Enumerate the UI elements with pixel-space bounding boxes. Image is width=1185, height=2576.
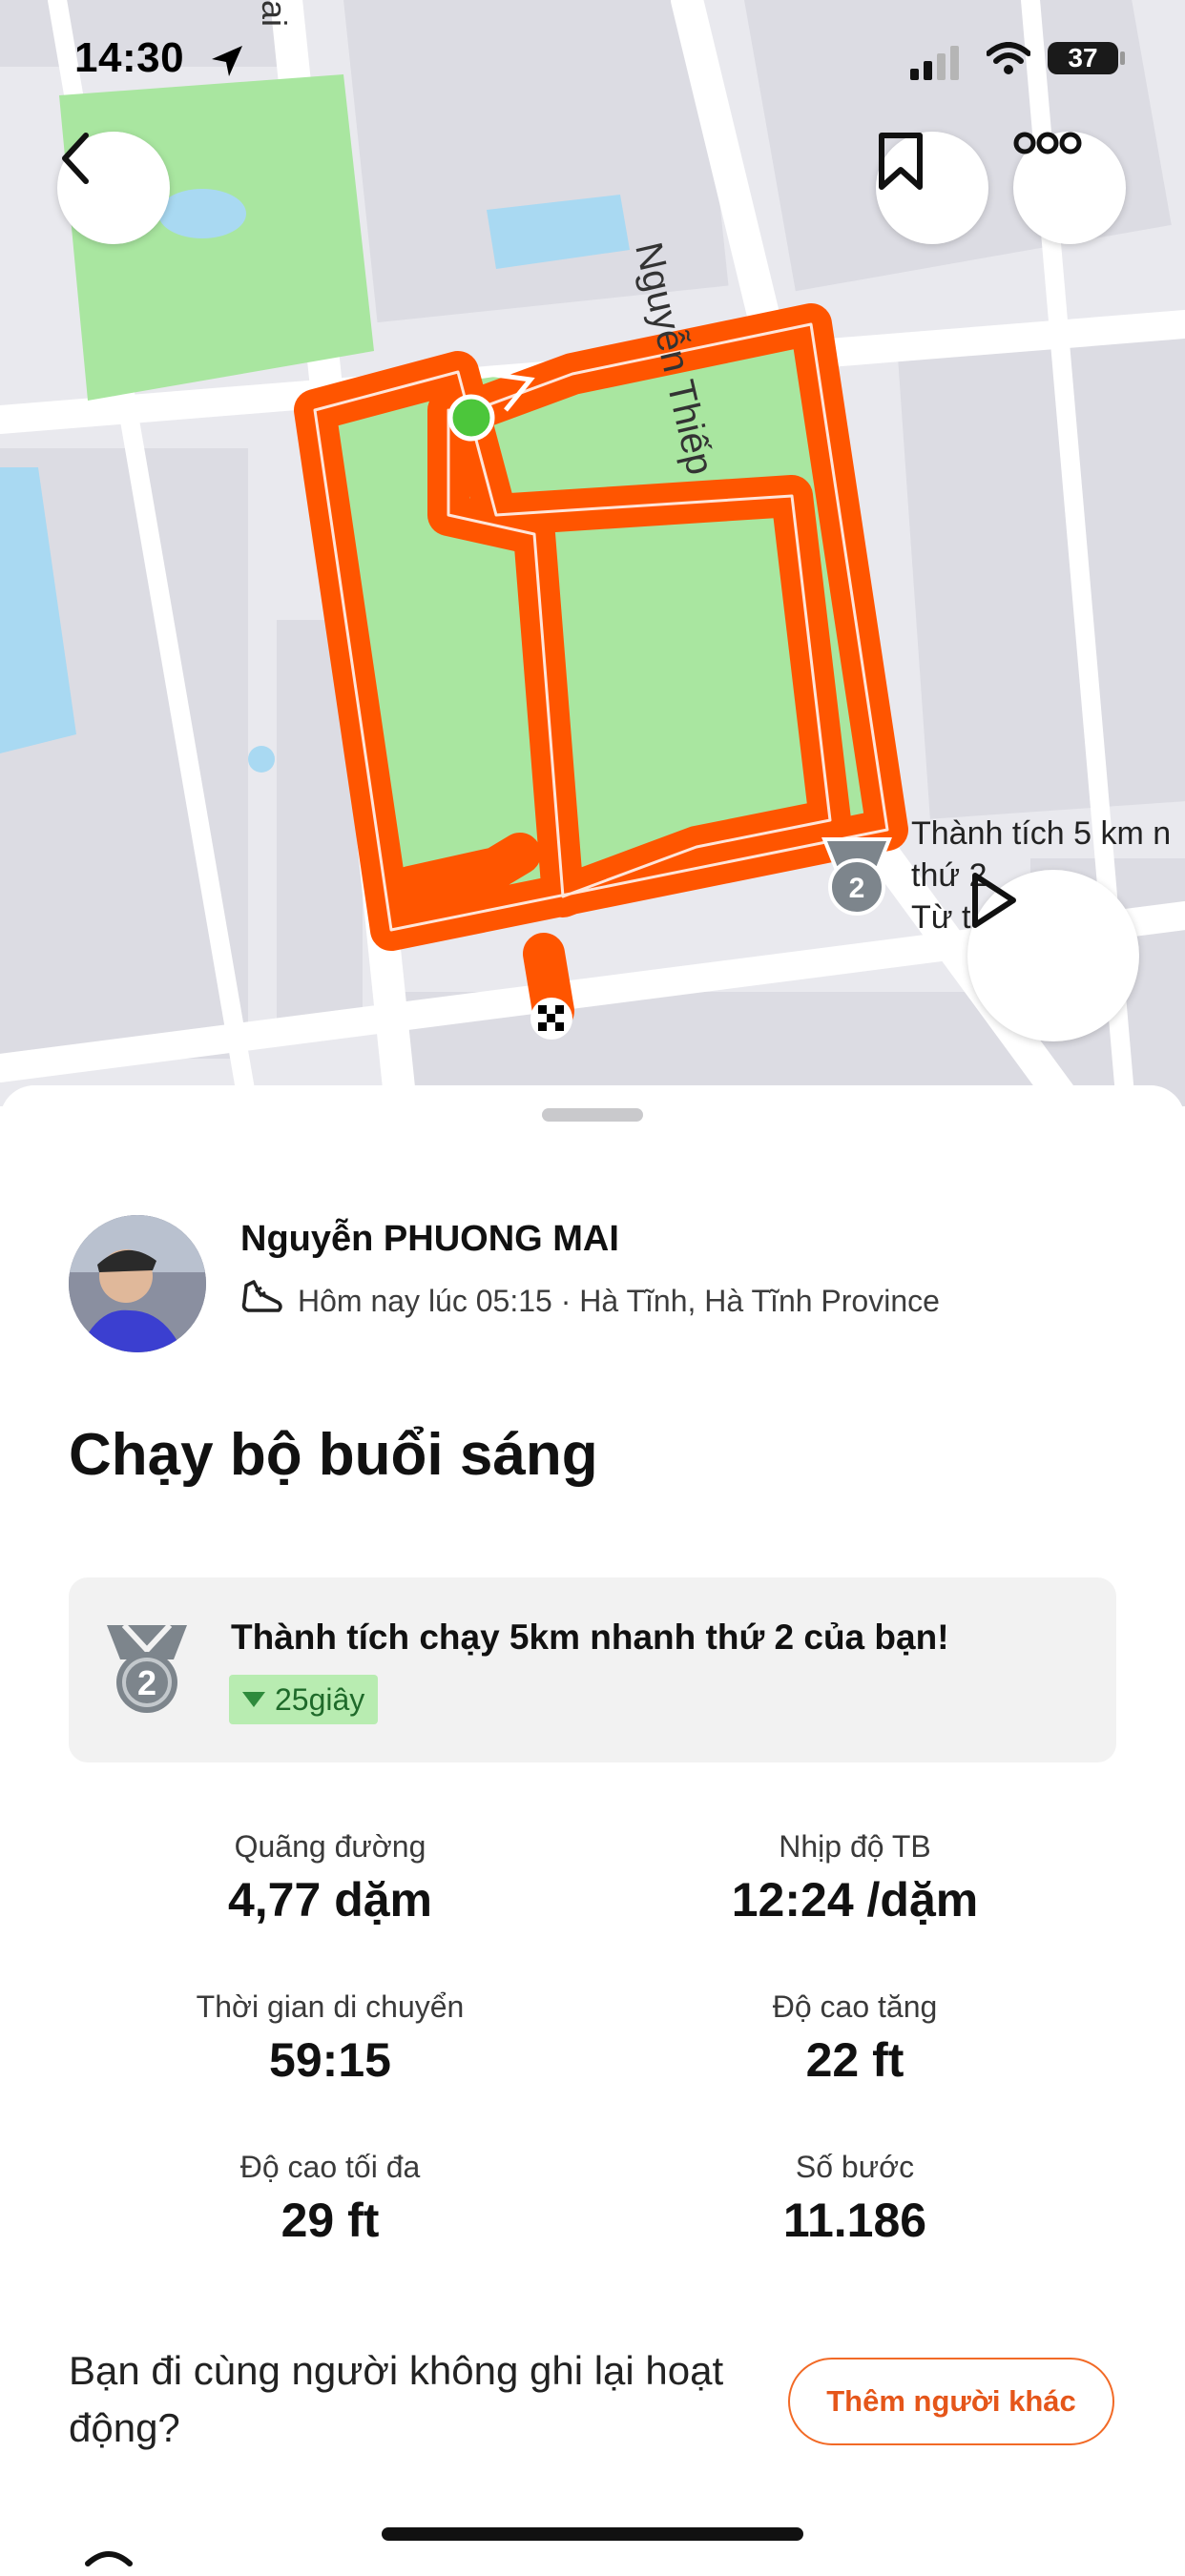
avatar[interactable] xyxy=(69,1215,206,1352)
stat-max-elevation: Độ cao tối đa 29 ft xyxy=(63,2150,597,2248)
stat-label: Nhịp độ TB xyxy=(779,1829,931,1864)
status-time: 14:30 xyxy=(74,34,185,81)
battery-tip xyxy=(1120,52,1125,65)
svg-text:2: 2 xyxy=(849,873,865,904)
street-label-top: ai xyxy=(255,0,294,28)
medal-icon: 2 xyxy=(103,1621,191,1721)
stat-elevation-gain: Độ cao tăng 22 ft xyxy=(588,1989,1122,2088)
activity-map[interactable]: 2 Nguyễn Thiếp ai Thành tích 5 km n thứ … xyxy=(0,0,1185,1106)
stat-value: 29 ft xyxy=(281,2194,380,2247)
bookmark-button[interactable] xyxy=(876,132,988,244)
athlete-name[interactable]: Nguyễn PHUONG MAI xyxy=(240,1219,619,1260)
stat-steps: Số bước 11.186 xyxy=(588,2150,1122,2248)
stat-value: 4,77 dặm xyxy=(227,1873,432,1927)
stat-label: Quãng đường xyxy=(234,1829,426,1864)
sheet-grabber[interactable] xyxy=(542,1108,643,1122)
stat-label: Độ cao tối đa xyxy=(239,2150,421,2184)
achievement-card[interactable]: 2 Thành tích chạy 5km nhanh thứ 2 của bạ… xyxy=(69,1577,1116,1762)
time-improvement-badge: 25giây xyxy=(229,1675,379,1724)
medal-rank: 2 xyxy=(137,1663,156,1702)
status-bar: 14:30 37 xyxy=(0,34,1185,92)
activity-title: Chạy bộ buổi sáng xyxy=(69,1422,598,1488)
stat-moving-time: Thời gian di chuyển 59:15 xyxy=(63,1989,597,2088)
time-improvement-value: 25giây xyxy=(275,1681,365,1717)
stat-value: 59:15 xyxy=(269,2033,391,2087)
add-others-prompt: Bạn đi cùng người không ghi lại hoạt độn… xyxy=(69,2348,724,2450)
home-indicator[interactable] xyxy=(382,2527,803,2541)
stat-label: Số bước xyxy=(795,2150,915,2184)
more-button[interactable] xyxy=(1013,132,1126,244)
play-flyover-button[interactable] xyxy=(967,870,1139,1041)
medal-icon: 2 xyxy=(821,837,892,916)
stat-pace: Nhịp độ TB 12:24 /dặm xyxy=(588,1829,1122,1927)
stat-distance: Quãng đường 4,77 dặm xyxy=(63,1829,597,1927)
partial-icon xyxy=(80,2543,137,2576)
stat-value: 12:24 /dặm xyxy=(731,1873,979,1927)
stat-value: 22 ft xyxy=(805,2033,904,2087)
back-button[interactable] xyxy=(57,132,170,244)
battery-indicator: 37 xyxy=(1048,42,1118,74)
activity-meta-text: Hôm nay lúc 05:15 · Hà Tĩnh, Hà Tĩnh Pro… xyxy=(298,1283,940,1318)
activity-meta: Hôm nay lúc 05:15 · Hà Tĩnh, Hà Tĩnh Pro… xyxy=(240,1278,940,1324)
achievement-text: Thành tích chạy 5km nhanh thứ 2 của bạn! xyxy=(231,1618,949,1657)
callout-line-1: Thành tích 5 km n xyxy=(911,815,1172,852)
shoe-icon xyxy=(240,1278,284,1324)
add-others-button[interactable]: Thêm người khác xyxy=(788,2358,1114,2445)
activity-sheet: Nguyễn PHUONG MAI Hôm nay lúc 05:15 · Hà… xyxy=(0,1085,1185,2566)
triangle-down-icon xyxy=(242,1692,265,1707)
stat-value: 11.186 xyxy=(782,2194,927,2247)
stat-label: Độ cao tăng xyxy=(772,1989,938,2024)
stat-label: Thời gian di chuyển xyxy=(196,1989,465,2024)
